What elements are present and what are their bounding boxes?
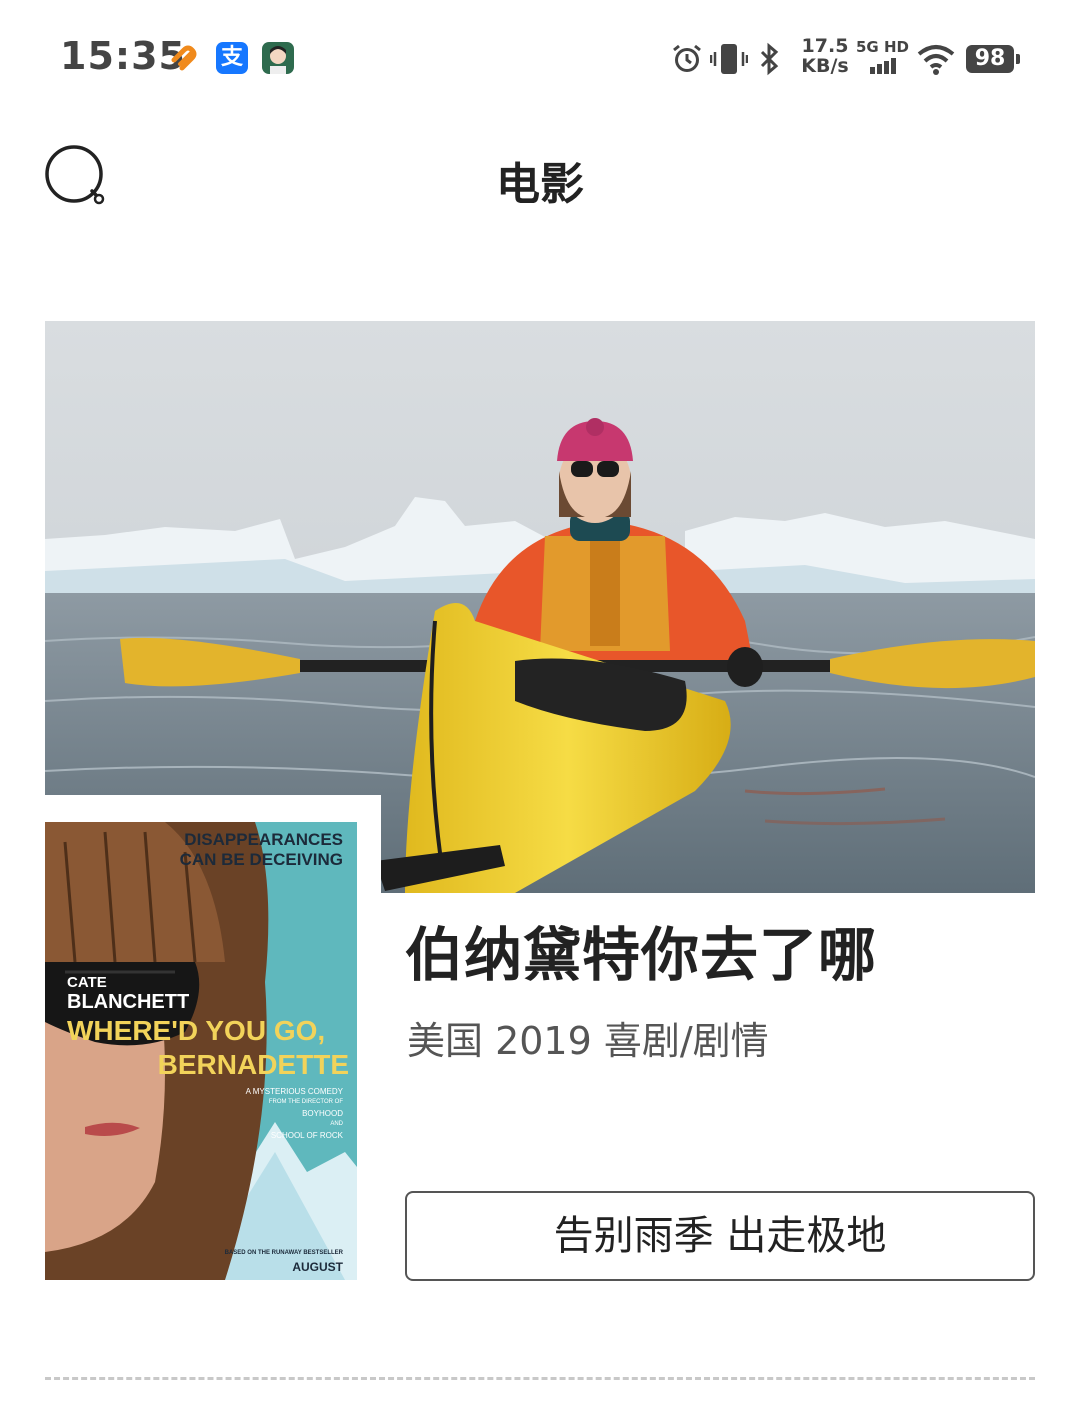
poster-bottom-note: BASED ON THE RUNAWAY BESTSELLER — [224, 1250, 343, 1256]
battery-icon: 98 — [966, 45, 1020, 73]
poster-sub-1: A MYSTERIOUS COMEDY — [245, 1087, 343, 1096]
network-type: 5G HD — [856, 38, 909, 78]
poster-subtitle: A MYSTERIOUS COMEDY FROM THE DIRECTOR OF… — [246, 1086, 343, 1141]
tagline-button[interactable]: 告别雨季 出走极地 — [405, 1191, 1035, 1281]
poster-title: WHERE'D YOU GO, BERNADETTE — [67, 1014, 349, 1082]
status-bar: 15:35 支 17.5 KB/s 5G HD 98 — [0, 0, 1080, 115]
poster-title-line-1: WHERE'D YOU GO, — [67, 1015, 326, 1046]
vibrate-icon — [709, 42, 749, 80]
status-time: 15:35 — [60, 34, 186, 78]
movie-meta: 美国 2019 喜剧/剧情 — [407, 1019, 769, 1063]
net-speed-unit: KB/s — [801, 55, 849, 77]
poster-tagline: DISAPPEARANCES CAN BE DECEIVING — [180, 830, 343, 870]
poster-sub-4: AND — [330, 1121, 343, 1127]
heart-app-icon — [170, 42, 202, 74]
poster-tagline-line-2: CAN BE DECEIVING — [179, 850, 343, 869]
network-type-label: 5G HD — [856, 38, 909, 56]
app-header: 电影 — [0, 120, 1080, 230]
poster-title-line-2: BERNADETTE — [157, 1049, 349, 1080]
poster-actor-last: BLANCHETT — [67, 991, 190, 1013]
poster-tagline-line-1: DISAPPEARANCES — [184, 830, 343, 849]
poster-sub-5: SCHOOL OF ROCK — [270, 1131, 343, 1140]
wifi-icon — [916, 42, 956, 80]
page-title: 电影 — [496, 159, 584, 210]
alarm-icon — [670, 42, 704, 80]
net-speed: 17.5 KB/s — [800, 36, 850, 76]
poster-actor-first: CATE — [67, 974, 107, 991]
poster-actor: CATE BLANCHETT — [67, 974, 189, 1013]
alipay-icon: 支 — [216, 42, 248, 74]
movie-poster[interactable]: DISAPPEARANCES CAN BE DECEIVING CATE BLA… — [45, 822, 357, 1280]
signal-icon — [856, 58, 909, 78]
poster-sub-2: FROM THE DIRECTOR OF — [268, 1099, 343, 1105]
movie-title[interactable]: 伯纳黛特你去了哪 — [405, 908, 877, 992]
poster-release: AUGUST — [292, 1260, 343, 1274]
net-speed-value: 17.5 — [801, 35, 849, 57]
bluetooth-icon — [756, 42, 784, 80]
section-divider — [45, 1377, 1035, 1380]
poster-sub-3: BOYHOOD — [302, 1109, 343, 1118]
avatar-app-icon — [262, 42, 294, 74]
